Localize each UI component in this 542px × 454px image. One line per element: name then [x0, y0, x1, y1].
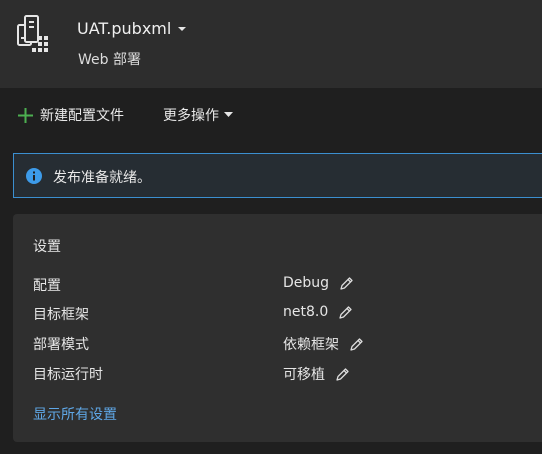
- publish-page: UAT.pubxml Web 部署 新建配置文件 更多操作 发布准备就绪。 设置…: [0, 0, 542, 454]
- toolbar: 新建配置文件 更多操作: [0, 88, 542, 146]
- setting-row-target-runtime: 可移植: [283, 364, 350, 384]
- setting-row-deployment-mode: 依赖框架: [283, 334, 364, 354]
- edit-pencil-icon[interactable]: [339, 276, 354, 291]
- setting-value-target-runtime: 可移植: [283, 367, 325, 383]
- edit-pencil-icon[interactable]: [338, 305, 353, 320]
- setting-row-configuration: Debug: [283, 275, 354, 291]
- status-message: 发布准备就绪。: [53, 170, 151, 186]
- settings-title: 设置: [33, 239, 61, 255]
- chevron-down-icon[interactable]: [176, 24, 188, 34]
- chevron-down-icon: [224, 112, 233, 117]
- show-all-settings-link[interactable]: 显示所有设置: [33, 404, 117, 424]
- setting-label-target-runtime: 目标运行时: [33, 367, 103, 383]
- profile-subtitle: Web 部署: [78, 52, 141, 68]
- status-info-bar: 发布准备就绪。: [13, 153, 542, 198]
- settings-card: 设置 配置 Debug 目标框架 net8.0 部署模式 依赖框架 目标运行时 …: [13, 214, 542, 442]
- setting-value-configuration: Debug: [283, 275, 330, 291]
- setting-label-target-framework: 目标框架: [33, 307, 89, 323]
- setting-value-deployment-mode: 依赖框架: [283, 337, 339, 353]
- more-actions-label: 更多操作: [163, 108, 219, 124]
- new-profile-button[interactable]: 新建配置文件: [17, 104, 124, 126]
- setting-row-target-framework: net8.0: [283, 304, 353, 320]
- profile-header: UAT.pubxml Web 部署: [0, 0, 542, 88]
- edit-pencil-icon[interactable]: [349, 337, 364, 352]
- publish-profile-icon: [17, 15, 48, 52]
- setting-label-configuration: 配置: [33, 278, 61, 294]
- new-profile-label: 新建配置文件: [40, 108, 124, 124]
- setting-value-target-framework: net8.0: [283, 304, 329, 320]
- setting-label-deployment-mode: 部署模式: [33, 337, 89, 353]
- plus-icon: [18, 107, 33, 123]
- edit-pencil-icon[interactable]: [335, 367, 350, 382]
- profile-name[interactable]: UAT.pubxml: [77, 19, 171, 38]
- info-icon: [26, 168, 42, 184]
- more-actions-button[interactable]: 更多操作: [163, 104, 233, 126]
